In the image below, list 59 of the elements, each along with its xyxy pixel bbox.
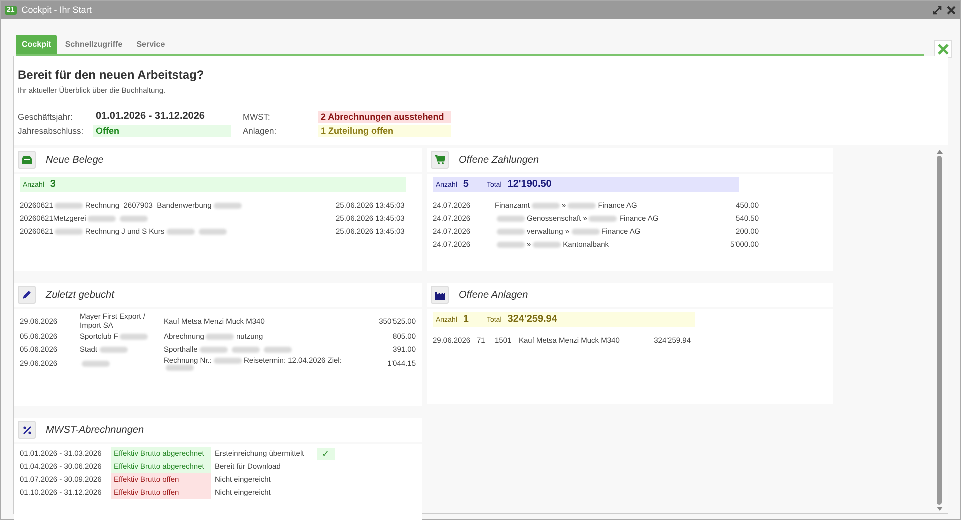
field-value: 2 Abrechnungen ausstehend	[318, 110, 451, 122]
panel-title: MWST-Abrechnungen	[46, 424, 144, 436]
close-icon[interactable]	[947, 6, 956, 14]
tab[interactable]: Schnellzugriffe	[59, 35, 129, 54]
total-value: 12'190.50	[508, 179, 552, 190]
panel-title: Offene Zahlungen	[459, 154, 540, 166]
scroll-up-icon[interactable]	[936, 150, 942, 154]
total-value: 324'259.94	[508, 314, 558, 325]
tools-icon[interactable]	[934, 40, 952, 58]
redacted-text	[206, 334, 234, 340]
field-label: Geschäftsjahr:	[18, 112, 74, 122]
redacted-text	[497, 216, 525, 222]
cart-icon[interactable]	[431, 151, 449, 169]
pencil-icon[interactable]	[18, 286, 36, 304]
check-mark: ✓	[317, 448, 335, 460]
window-title: Cockpit - Ihr Start	[22, 5, 93, 15]
redacted-text	[166, 365, 194, 371]
field-value: 1 Zuteilung offen	[318, 125, 451, 137]
redacted-text	[100, 346, 128, 352]
count-value: 5	[463, 179, 469, 190]
count-value: 1	[463, 314, 469, 325]
redacted-text	[497, 242, 525, 248]
scrollbar-thumb[interactable]	[937, 156, 942, 505]
redacted-text	[232, 346, 260, 352]
redacted-text	[572, 228, 600, 234]
field-value: 01.01.2026 - 31.12.2026	[95, 110, 206, 123]
page-heading: Bereit für den neuen Arbeitstag?	[18, 68, 206, 82]
expand-icon[interactable]	[933, 6, 942, 14]
field-label: Anlagen:	[243, 126, 278, 136]
panel-title: Offene Anlagen	[459, 290, 528, 300]
tab[interactable]: Cockpit	[16, 35, 58, 54]
redacted-text	[82, 360, 110, 366]
scroll-down-icon[interactable]	[936, 507, 942, 511]
redacted-text	[264, 346, 292, 352]
field-label: Jahresabschluss:	[18, 126, 85, 136]
redacted-text	[55, 202, 84, 208]
redacted-text	[533, 242, 562, 248]
field-value: Offen	[93, 125, 231, 137]
redacted-text	[214, 358, 242, 364]
redacted-text	[568, 202, 596, 208]
redacted-text	[214, 202, 242, 208]
redacted-text	[120, 216, 148, 222]
tab[interactable]: Service	[130, 35, 172, 54]
redacted-text	[532, 202, 560, 208]
panel-title: Zuletzt gebucht	[46, 290, 114, 300]
panel-title: Neue Belege	[46, 154, 104, 166]
inbox-icon[interactable]	[18, 151, 36, 169]
redacted-text	[497, 228, 525, 234]
redacted-text	[166, 228, 195, 234]
redacted-text	[120, 334, 148, 340]
redacted-text	[88, 216, 116, 222]
count-value: 3	[50, 179, 56, 190]
redacted-text	[589, 216, 618, 222]
field-label: MWST:	[243, 112, 272, 122]
redacted-text	[200, 346, 228, 352]
redacted-text	[198, 228, 227, 234]
redacted-text	[55, 228, 84, 234]
factory-icon[interactable]	[431, 286, 449, 304]
percent-icon[interactable]	[18, 421, 36, 439]
